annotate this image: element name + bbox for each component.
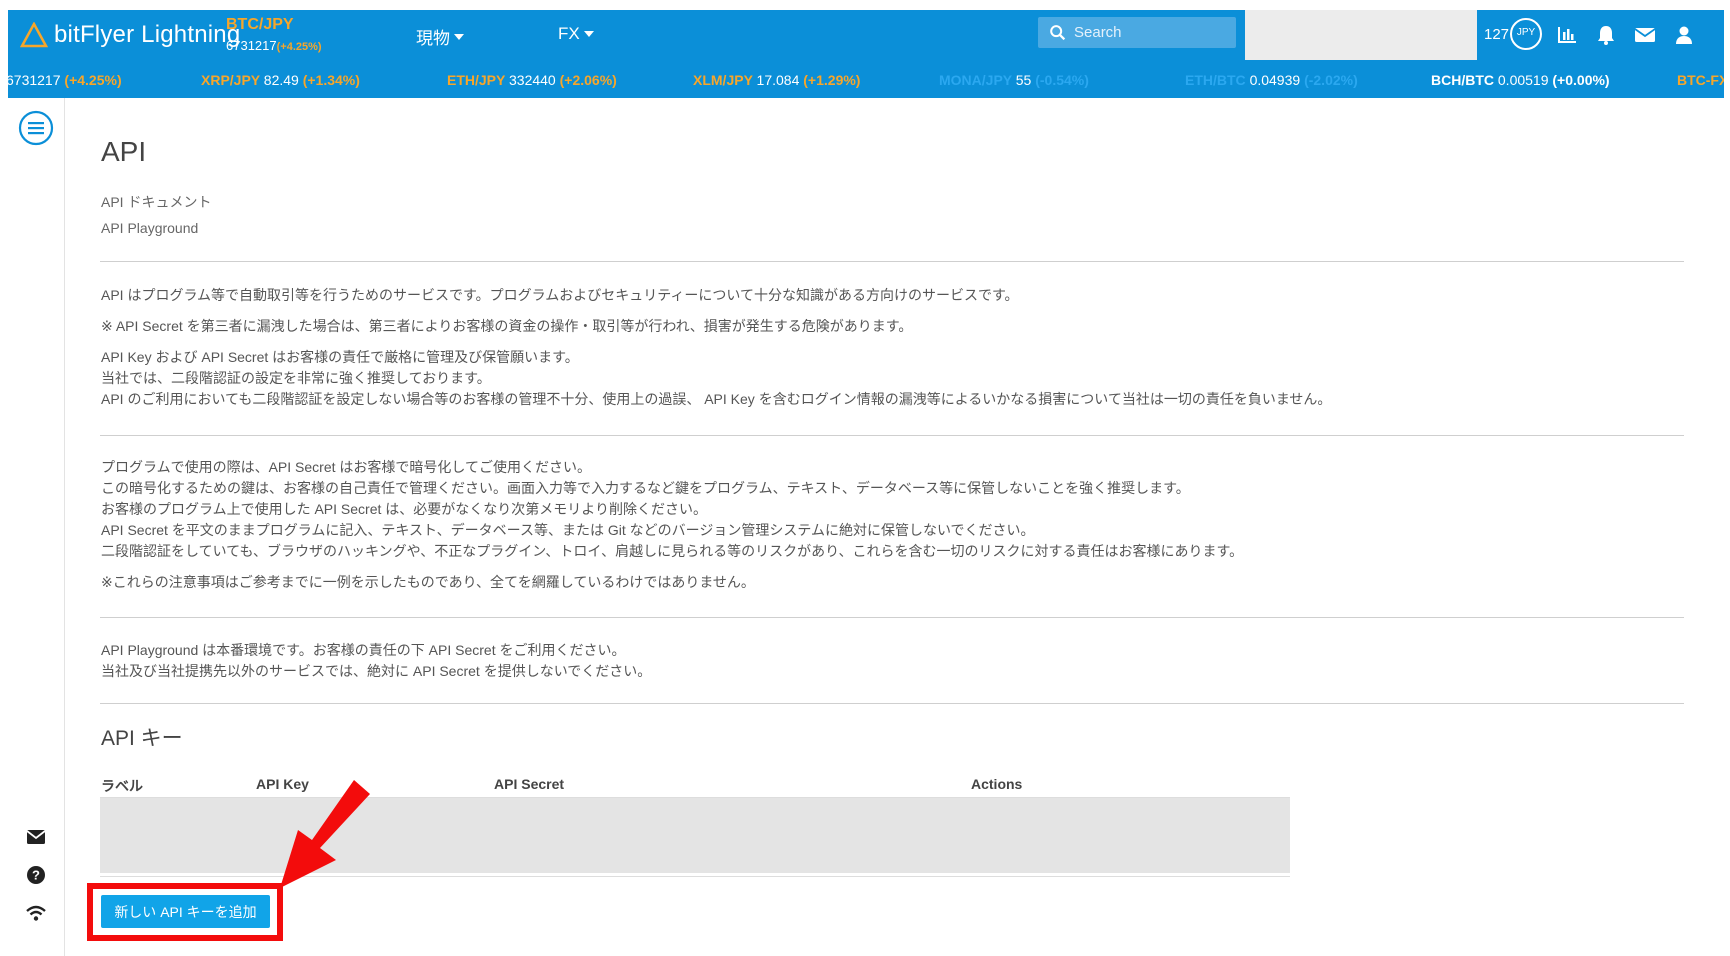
ticker-change: (+4.25%) <box>64 72 122 88</box>
brand-name: bitFlyer Lightning <box>54 21 241 48</box>
ticker-price: 6731217 <box>8 72 61 88</box>
notice-text: API Playground は本番環境です。お客様の責任の下 API Secr… <box>101 642 626 658</box>
ticker-pair: MONA/JPY <box>939 72 1012 88</box>
ticker-pair: XRP/JPY <box>201 72 260 88</box>
mail-icon[interactable] <box>24 825 48 849</box>
bell-icon[interactable] <box>1595 24 1617 46</box>
notice-text: API はプログラム等で自動取引等を行うためのサービスです。プログラムおよびセキ… <box>101 287 1019 303</box>
ticker-pair: BCH/BTC <box>1431 72 1494 88</box>
user-icon[interactable] <box>1673 24 1695 46</box>
pair-name: BTC/JPY <box>226 16 294 33</box>
divider <box>100 435 1684 436</box>
current-pair[interactable]: BTC/JPY 6731217(+4.25%) <box>226 16 322 53</box>
ticker-pair: BTC-FX <box>1677 72 1724 88</box>
menu-spot-label: 現物 <box>416 29 450 48</box>
ticker-price: 82.49 <box>263 72 299 88</box>
api-playground-link[interactable]: API Playground <box>101 220 198 236</box>
ticker-price: 332440 <box>509 72 556 88</box>
notice-text: ※これらの注意事項はご参考までに一例を示したものであり、全てを網羅しているわけで… <box>101 574 755 590</box>
brand-logo[interactable]: bitFlyer Lightning <box>20 20 240 50</box>
table-row-redacted <box>100 798 1290 873</box>
ticker-pair: ETH/BTC <box>1185 72 1246 88</box>
ticker-item[interactable]: ETH/JPY 332440 (+2.06%) <box>447 72 617 88</box>
ticker-item[interactable]: BTC-FX <box>1677 72 1724 88</box>
ticker-change: (-0.54%) <box>1035 72 1089 88</box>
ticker-item[interactable]: 6731217 (+4.25%) <box>8 72 122 88</box>
chevron-down-icon <box>454 33 464 40</box>
ticker-change: (+1.34%) <box>302 72 360 88</box>
divider <box>100 617 1684 618</box>
pair-change: (+4.25%) <box>276 41 322 53</box>
svg-text:?: ? <box>32 868 40 883</box>
ticker-change: (+1.29%) <box>803 72 861 88</box>
help-icon[interactable]: ? <box>24 863 48 887</box>
wifi-icon[interactable] <box>24 901 48 925</box>
pair-price: 6731217 <box>226 38 277 53</box>
ticker-change: (+0.00%) <box>1552 72 1610 88</box>
pointer-arrow-icon <box>280 780 370 888</box>
divider <box>100 703 1684 704</box>
search-input[interactable] <box>1072 23 1236 42</box>
search-box[interactable] <box>1038 17 1236 48</box>
currency-badge[interactable]: JPY <box>1510 18 1542 50</box>
notice-text: ※ API Secret を第三者に漏洩した場合は、第三者によりお客様の資金の操… <box>101 318 913 334</box>
menu-spot[interactable]: 現物 <box>416 24 464 49</box>
page-title: API <box>101 136 147 167</box>
ticker-pair: ETH/JPY <box>447 72 506 88</box>
balance-value: 127 <box>1484 26 1510 43</box>
notice-text: 当社では、二段階認証の設定を非常に強く推奨しております。 <box>101 370 491 386</box>
ticker-change: (-2.02%) <box>1304 72 1358 88</box>
mail-icon[interactable] <box>1634 24 1656 46</box>
ticker-item[interactable]: ETH/BTC 0.04939 (-2.02%) <box>1185 72 1358 88</box>
notice-text: API Secret を平文のままプログラムに記入、テキスト、データベース等、ま… <box>101 522 1035 538</box>
redacted-area <box>1245 10 1477 60</box>
ticker-item[interactable]: XRP/JPY 82.49 (+1.34%) <box>201 72 360 88</box>
ticker-price: 0.00519 <box>1497 72 1549 88</box>
notice-text: 当社及び当社提携先以外のサービスでは、絶対に API Secret を提供しない… <box>101 663 652 679</box>
notice-text: 二段階認証をしていても、ブラウザのハッキングや、不正なプラグイン、トロイ、肩越し… <box>101 543 1244 559</box>
menu-icon[interactable] <box>18 110 54 146</box>
ticker-price: 17.084 <box>756 72 800 88</box>
column-header-api-secret: API Secret <box>494 776 565 792</box>
ticker-pair: XLM/JPY <box>693 72 753 88</box>
chevron-down-icon <box>583 31 594 37</box>
notice-text: この暗号化するための鍵は、お客様の自己責任で管理ください。画面入力等で入力するな… <box>101 480 1190 496</box>
table-divider <box>100 876 1290 877</box>
ticker-item[interactable]: MONA/JPY 55 (-0.54%) <box>939 72 1089 88</box>
menu-fx[interactable]: FX <box>558 24 594 44</box>
notice-text: お客様のプログラム上で使用した API Secret は、必要がなくなり次第メモ… <box>101 501 707 517</box>
ticker-price: 0.04939 <box>1249 72 1301 88</box>
column-header-actions: Actions <box>971 776 1023 792</box>
menu-fx-label: FX <box>558 24 580 43</box>
notice-text: プログラムで使用の際は、API Secret はお客様で暗号化してご使用ください… <box>101 459 591 475</box>
pair-price-line: 6731217(+4.25%) <box>226 38 322 53</box>
notice-text: API Key および API Secret はお客様の責任で厳格に管理及び保管… <box>101 349 579 365</box>
search-icon <box>1050 24 1066 40</box>
price-ticker: 6731217 (+4.25%) XRP/JPY 82.49 (+1.34%) … <box>8 60 1724 98</box>
column-header-label: ラベル <box>101 778 143 794</box>
ticker-item[interactable]: BCH/BTC 0.00519 (+0.00%) <box>1431 72 1610 88</box>
notice-text: API のご利用においても二段階認証を設定しない場合等のお客様の管理不十分、使用… <box>101 391 1332 407</box>
ticker-change: (+2.06%) <box>559 72 617 88</box>
api-keys-heading: API キー <box>101 727 183 750</box>
divider <box>100 261 1684 262</box>
ticker-price: 55 <box>1015 72 1032 88</box>
highlight-box <box>87 883 283 941</box>
side-rail: ? <box>8 98 65 956</box>
ticker-item[interactable]: XLM/JPY 17.084 (+1.29%) <box>693 72 860 88</box>
top-navbar: bitFlyer Lightning BTC/JPY 6731217(+4.25… <box>8 10 1724 60</box>
api-docs-link[interactable]: API ドキュメント <box>101 192 211 212</box>
chart-icon[interactable] <box>1556 24 1578 46</box>
logo-triangle-icon <box>20 22 48 48</box>
